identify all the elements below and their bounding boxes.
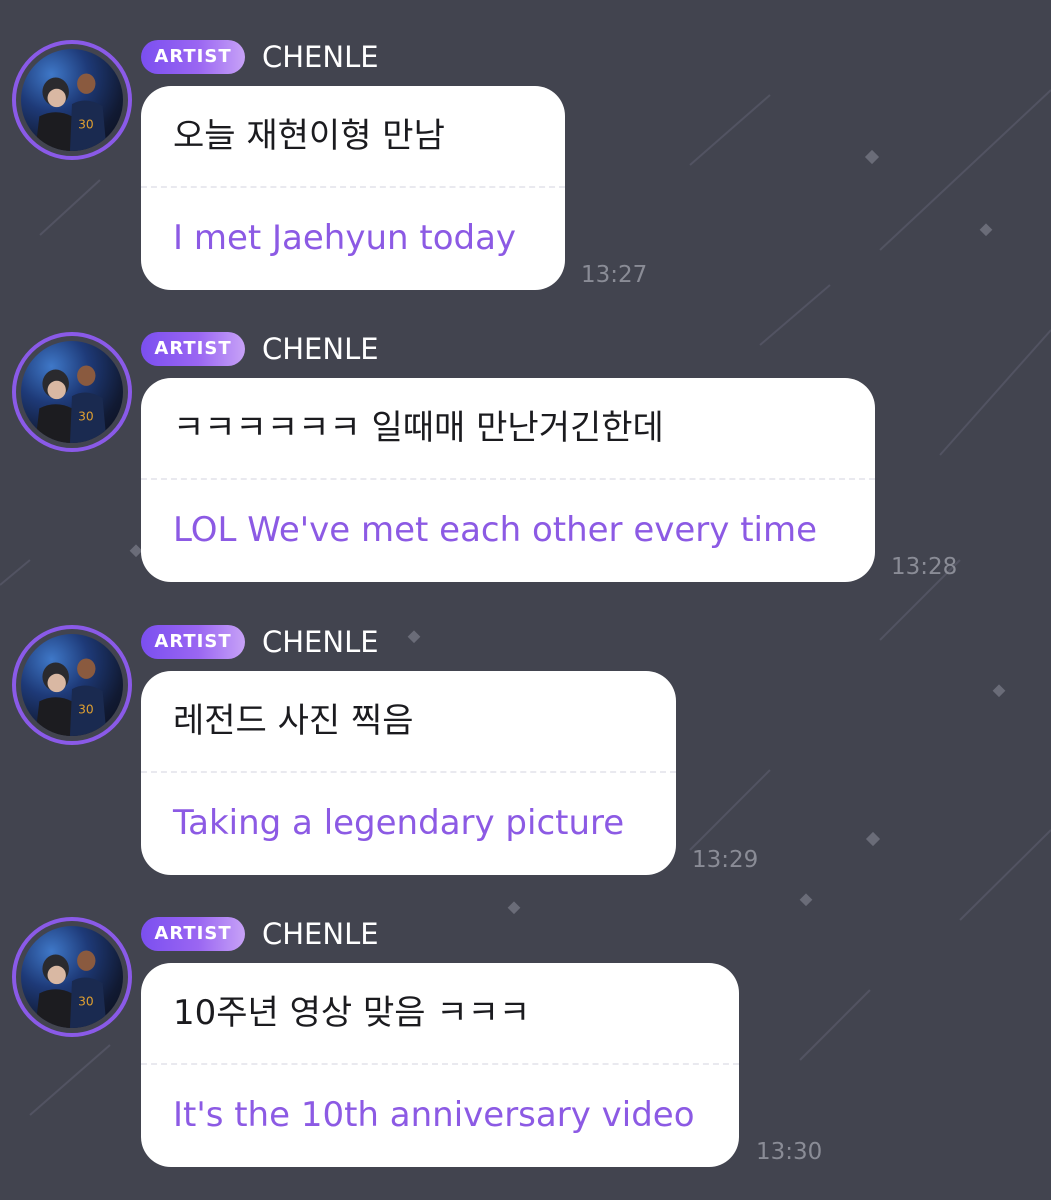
translation-divider xyxy=(141,1063,739,1065)
message-text-translation: LOL We've met each other every time xyxy=(173,510,818,550)
sender-avatar[interactable]: 30 xyxy=(12,40,132,160)
avatar-photo: 30 xyxy=(21,49,123,151)
message-timestamp: 13:27 xyxy=(581,262,648,288)
artist-badge: ARTIST xyxy=(141,917,245,951)
message-bubble[interactable]: 10주년 영상 맞음 ㅋㅋㅋ It's the 10th anniversary… xyxy=(141,963,739,1167)
message-text-original: 오늘 재현이형 만남 xyxy=(173,116,445,156)
message-text-original: 레전드 사진 찍음 xyxy=(173,701,414,741)
avatar-photo: 30 xyxy=(21,634,123,736)
message-bubble[interactable]: 레전드 사진 찍음 Taking a legendary picture xyxy=(141,671,676,875)
sender-avatar[interactable]: 30 xyxy=(12,917,132,1037)
avatar-photo: 30 xyxy=(21,341,123,443)
sender-name[interactable]: CHENLE xyxy=(262,914,379,954)
message-text-original: 10주년 영상 맞음 ㅋㅋㅋ xyxy=(173,993,531,1033)
message-bubble[interactable]: ㅋㅋㅋㅋㅋㅋ 일때매 만난거긴한데 LOL We've met each oth… xyxy=(141,378,875,582)
svg-text:30: 30 xyxy=(78,410,94,424)
message-timestamp: 13:29 xyxy=(692,847,759,873)
message-text-translation: It's the 10th anniversary video xyxy=(173,1095,695,1135)
translation-divider xyxy=(141,186,565,188)
message-timestamp: 13:28 xyxy=(891,554,958,580)
message-text-translation: I met Jaehyun today xyxy=(173,218,517,258)
avatar-photo: 30 xyxy=(21,926,123,1028)
sender-name[interactable]: CHENLE xyxy=(262,37,379,77)
artist-badge: ARTIST xyxy=(141,40,245,74)
artist-badge: ARTIST xyxy=(141,625,245,659)
sender-name[interactable]: CHENLE xyxy=(262,622,379,662)
svg-text:30: 30 xyxy=(78,118,94,132)
svg-text:30: 30 xyxy=(78,703,94,717)
svg-text:30: 30 xyxy=(78,995,94,1009)
translation-divider xyxy=(141,771,676,773)
message-text-original: ㅋㅋㅋㅋㅋㅋ 일때매 만난거긴한데 xyxy=(173,408,664,448)
artist-badge: ARTIST xyxy=(141,332,245,366)
message-bubble[interactable]: 오늘 재현이형 만남 I met Jaehyun today xyxy=(141,86,565,290)
translation-divider xyxy=(141,478,875,480)
message-timestamp: 13:30 xyxy=(756,1139,823,1165)
message-text-translation: Taking a legendary picture xyxy=(173,803,625,843)
sender-name[interactable]: CHENLE xyxy=(262,329,379,369)
sender-avatar[interactable]: 30 xyxy=(12,625,132,745)
sender-avatar[interactable]: 30 xyxy=(12,332,132,452)
